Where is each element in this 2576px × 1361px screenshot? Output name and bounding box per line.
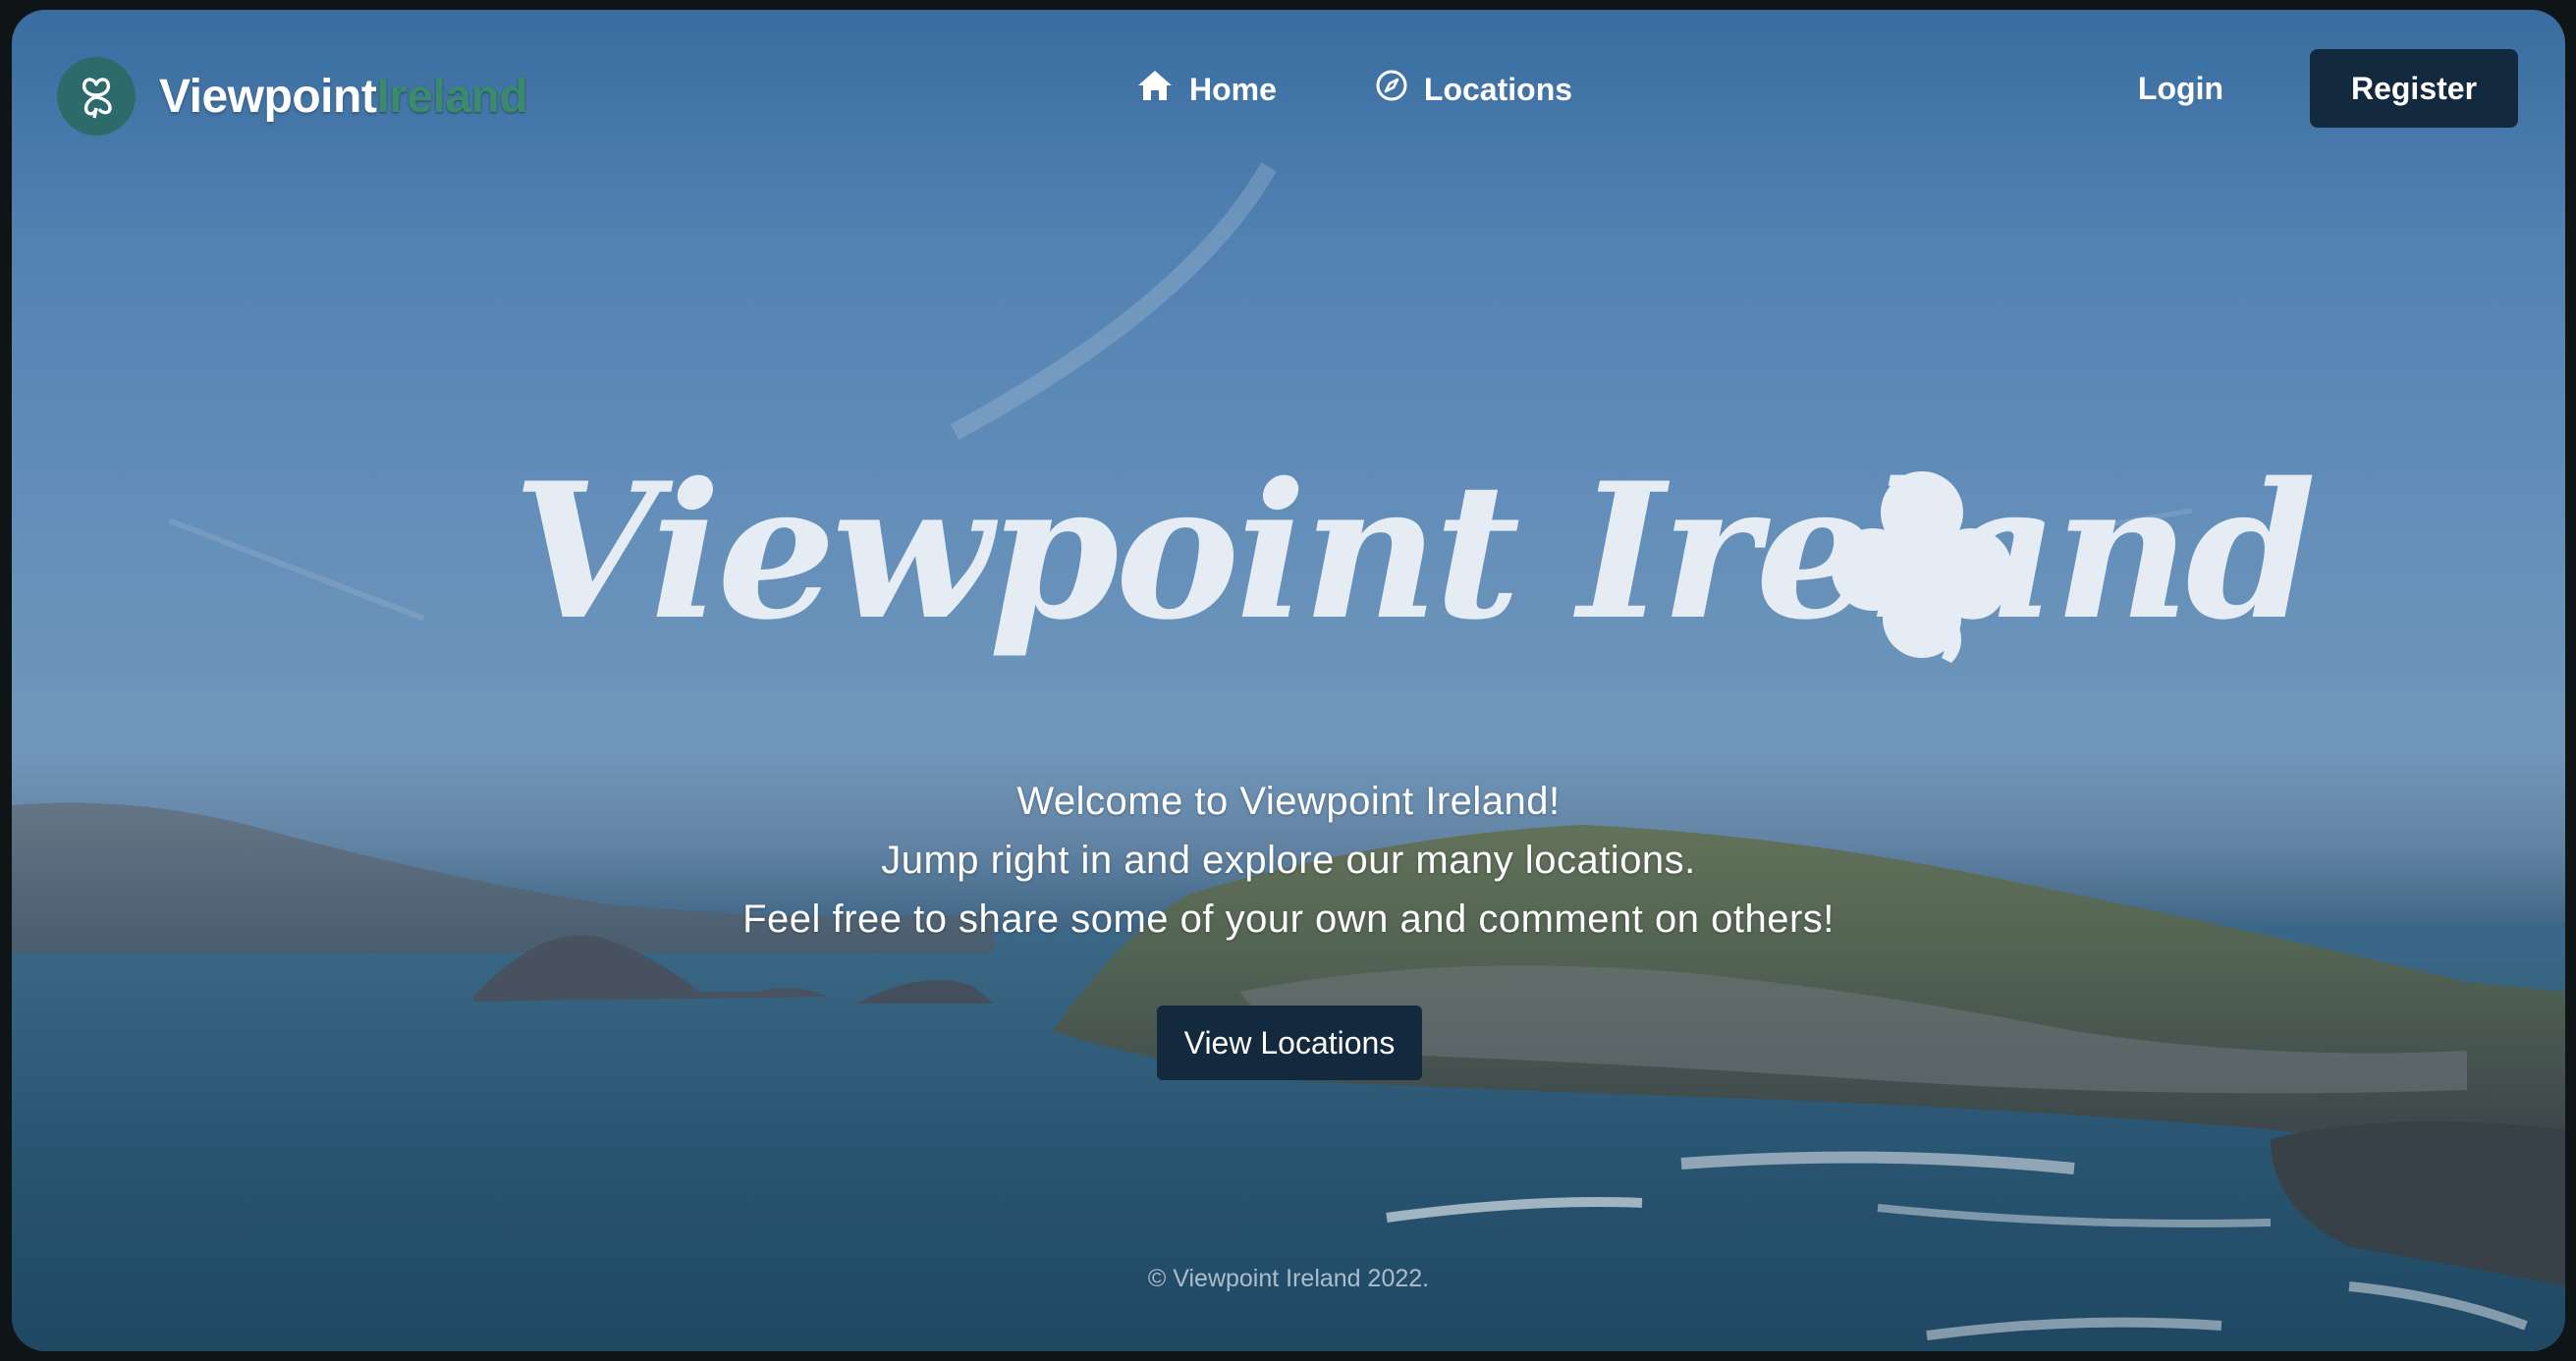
brand-name-accent: Ireland: [376, 70, 528, 123]
brand-name-main: Viewpoint: [159, 70, 377, 123]
hero-description: Welcome to Viewpoint Ireland! Jump right…: [12, 772, 2565, 949]
view-locations-button[interactable]: View Locations: [1157, 1006, 1422, 1080]
login-link[interactable]: Login: [2138, 71, 2223, 107]
shamrock-icon: [1804, 462, 2040, 682]
hero-line: Feel free to share some of your own and …: [742, 898, 1835, 941]
navbar: ViewpointIreland Home Locations Login Re…: [12, 10, 2565, 177]
hero-title-row: Viewpoint Ireland: [513, 442, 2317, 717]
nav-item-locations[interactable]: Locations: [1375, 69, 1572, 110]
shamrock-icon: [57, 57, 136, 136]
home-icon: [1136, 69, 1189, 110]
hero-line: Jump right in and explore our many locat…: [881, 839, 1696, 882]
hero-title: Viewpoint Ireland: [513, 442, 2317, 661]
footer-copyright: © Viewpoint Ireland 2022.: [1147, 1265, 1430, 1292]
nav-item-home-label: Home: [1189, 71, 1277, 107]
register-button[interactable]: Register: [2310, 49, 2518, 128]
nav-item-home[interactable]: Home: [1136, 69, 1277, 110]
compass-icon: [1375, 69, 1424, 110]
brand-name: ViewpointIreland: [159, 70, 528, 124]
nav-links: Home Locations: [1136, 69, 1671, 110]
app-window: ViewpointIreland Home Locations Login Re…: [12, 10, 2565, 1351]
nav-item-locations-label: Locations: [1423, 71, 1573, 107]
brand-link[interactable]: ViewpointIreland: [57, 55, 528, 137]
auth-actions: Login Register: [2138, 49, 2518, 128]
hero-line: Welcome to Viewpoint Ireland!: [1016, 780, 1561, 823]
